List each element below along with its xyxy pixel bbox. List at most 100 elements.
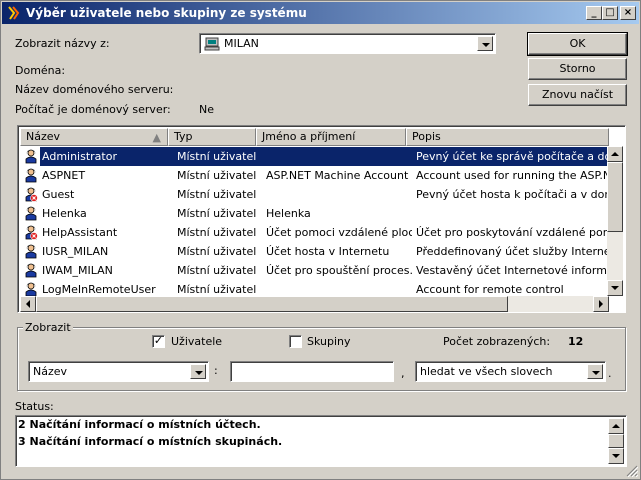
table-row[interactable]: HelpAssistant Místní uživatel Účet pomoci … bbox=[20, 223, 610, 242]
dialog-window: Výběr uživatele nebo skupiny ze systému … bbox=[0, 0, 641, 480]
table-row[interactable]: IUSR_MILAN Místní uživatel Účet hosta v In… bbox=[20, 242, 610, 261]
cell-name: HelpAssistant bbox=[42, 226, 118, 239]
cancel-button[interactable]: Storno bbox=[528, 58, 627, 80]
count-value: 12 bbox=[568, 335, 584, 348]
cell-fullname bbox=[266, 185, 412, 204]
cell-description: Účet pro poskytování vzdálené pomoci. bbox=[416, 226, 609, 239]
search-input[interactable] bbox=[230, 361, 394, 382]
status-label: Status: bbox=[15, 400, 54, 413]
column-header-fullname[interactable]: Jméno a příjmení bbox=[256, 128, 406, 146]
table-row[interactable]: Helenka Místní uživatel Helenka bbox=[20, 204, 610, 223]
cell-name: IWAM_MILAN bbox=[42, 264, 113, 277]
cell-type: Místní uživatel bbox=[177, 245, 257, 258]
table-row[interactable]: IWAM_MILAN Místní uživatel Účet pro spoušt… bbox=[20, 261, 610, 280]
is-domain-server-label: Počítač je doménový server: bbox=[15, 103, 171, 116]
user-icon bbox=[25, 263, 37, 278]
ok-button[interactable]: OK bbox=[527, 32, 628, 56]
is-domain-server-value: Ne bbox=[199, 103, 214, 116]
cell-description bbox=[416, 204, 609, 223]
users-checkbox-label[interactable]: Uživatele bbox=[171, 335, 222, 348]
user-icon bbox=[25, 168, 37, 183]
table-row[interactable]: Administrator Místní uživatel Pevný účet k… bbox=[20, 147, 610, 166]
cell-fullname: ASP.NET Machine Account bbox=[266, 169, 409, 182]
domain-label: Doména: bbox=[15, 64, 66, 77]
names-from-label: Zobrazit názvy z: bbox=[15, 37, 110, 50]
user-icon bbox=[25, 206, 37, 221]
table-row[interactable]: Guest Místní uživatel Pevný účet hosta k p… bbox=[20, 185, 610, 204]
cell-name: IUSR_MILAN bbox=[42, 245, 109, 258]
cell-type: Místní uživatel bbox=[177, 188, 257, 201]
scroll-thumb[interactable] bbox=[607, 162, 623, 232]
list-vertical-scrollbar[interactable] bbox=[607, 146, 623, 296]
field-dropdown-value: Název bbox=[33, 365, 68, 378]
scroll-thumb-horizontal[interactable] bbox=[36, 296, 508, 312]
scroll-up-icon[interactable] bbox=[608, 418, 624, 434]
colon-separator: : bbox=[214, 364, 218, 377]
title-bar[interactable]: Výběr uživatele nebo skupiny ze systému … bbox=[2, 2, 639, 24]
table-row[interactable]: ASPNET Místní uživatel ASP.NET Machine Acc… bbox=[20, 166, 610, 185]
disabled-user-icon bbox=[25, 225, 38, 240]
cell-description: Vestavěný účet Internetové informační sl… bbox=[416, 264, 609, 277]
users-checkbox[interactable]: ✓ bbox=[152, 335, 165, 348]
groups-checkbox[interactable] bbox=[289, 335, 302, 348]
cell-type: Místní uživatel bbox=[177, 264, 257, 277]
period-separator: . bbox=[608, 367, 612, 380]
window-title: Výběr uživatele nebo skupiny ze systému bbox=[26, 6, 307, 20]
cell-name: Administrator bbox=[42, 150, 117, 163]
cell-description: Pevný účet hosta k počítači a v doméně bbox=[416, 188, 609, 201]
status-vertical-scrollbar[interactable] bbox=[608, 418, 624, 464]
cell-fullname: Účet pomoci vzdálené ploc... bbox=[266, 226, 412, 239]
status-line: 3 Načítání informací o místních skupinác… bbox=[18, 435, 283, 448]
comma-separator: , bbox=[401, 367, 405, 380]
names-from-value: MILAN bbox=[224, 37, 259, 50]
chevron-down-icon[interactable] bbox=[587, 364, 603, 379]
scroll-left-icon[interactable] bbox=[20, 296, 36, 312]
cell-type: Místní uživatel bbox=[177, 150, 257, 163]
sort-arrow-icon: ▲ bbox=[152, 131, 161, 144]
search-mode-value: hledat ve všech slovech bbox=[420, 365, 553, 378]
reload-button[interactable]: Znovu načíst bbox=[528, 84, 627, 106]
cell-type: Místní uživatel bbox=[177, 169, 257, 182]
scroll-right-icon[interactable] bbox=[593, 296, 609, 312]
scroll-thumb[interactable] bbox=[608, 434, 624, 448]
scroll-up-icon[interactable] bbox=[607, 146, 623, 162]
chevron-down-icon[interactable] bbox=[477, 36, 493, 51]
minimize-button[interactable]: _ bbox=[586, 6, 602, 20]
column-header-name[interactable]: Název ▲ bbox=[20, 128, 168, 146]
cell-type: Místní uživatel bbox=[177, 207, 257, 220]
status-box: 2 Načítání informací o místních účtech. … bbox=[15, 415, 627, 467]
user-select-icon bbox=[8, 6, 20, 20]
cell-name: Helenka bbox=[42, 207, 87, 220]
cell-type: Místní uživatel bbox=[177, 226, 257, 239]
chevron-down-icon[interactable] bbox=[190, 364, 206, 379]
field-dropdown[interactable]: Název bbox=[28, 361, 209, 382]
column-header-type[interactable]: Typ bbox=[168, 128, 256, 146]
cell-fullname: Helenka bbox=[266, 207, 311, 220]
user-icon bbox=[25, 244, 37, 259]
status-line: 2 Načítání informací o místních účtech. bbox=[18, 418, 261, 431]
cell-description: Pevný účet ke správě počítače a domény bbox=[416, 150, 609, 163]
names-from-dropdown[interactable]: MILAN bbox=[199, 33, 496, 54]
filter-group-label: Zobrazit bbox=[23, 321, 73, 334]
maximize-button[interactable]: □ bbox=[602, 6, 618, 20]
list-horizontal-scrollbar[interactable] bbox=[20, 296, 609, 312]
column-header-description[interactable]: Popis bbox=[406, 128, 609, 146]
cell-fullname: Účet pro spouštění proces... bbox=[266, 264, 412, 277]
cell-name: ASPNET bbox=[42, 169, 86, 182]
resize-grip-icon[interactable] bbox=[626, 465, 638, 477]
user-icon bbox=[25, 149, 37, 164]
groups-checkbox-label[interactable]: Skupiny bbox=[307, 335, 351, 348]
domain-server-label: Název doménového serveru: bbox=[15, 83, 174, 96]
count-label: Počet zobrazených: bbox=[443, 335, 551, 348]
cell-name: Guest bbox=[42, 188, 75, 201]
users-list[interactable]: Název ▲ Typ Jméno a příjmení Popis Admin… bbox=[17, 125, 626, 313]
search-mode-dropdown[interactable]: hledat ve všech slovech bbox=[415, 361, 606, 382]
scroll-down-icon[interactable] bbox=[607, 280, 623, 296]
computer-icon bbox=[204, 37, 220, 51]
close-button[interactable]: × bbox=[620, 6, 636, 20]
scroll-down-icon[interactable] bbox=[608, 448, 624, 464]
cell-description: Předdefinovaný účet služby Internet Info… bbox=[416, 245, 609, 258]
cell-description: Account used for running the ASP.NET w bbox=[416, 169, 609, 182]
disabled-user-icon bbox=[25, 187, 38, 202]
cell-fullname bbox=[266, 147, 412, 166]
